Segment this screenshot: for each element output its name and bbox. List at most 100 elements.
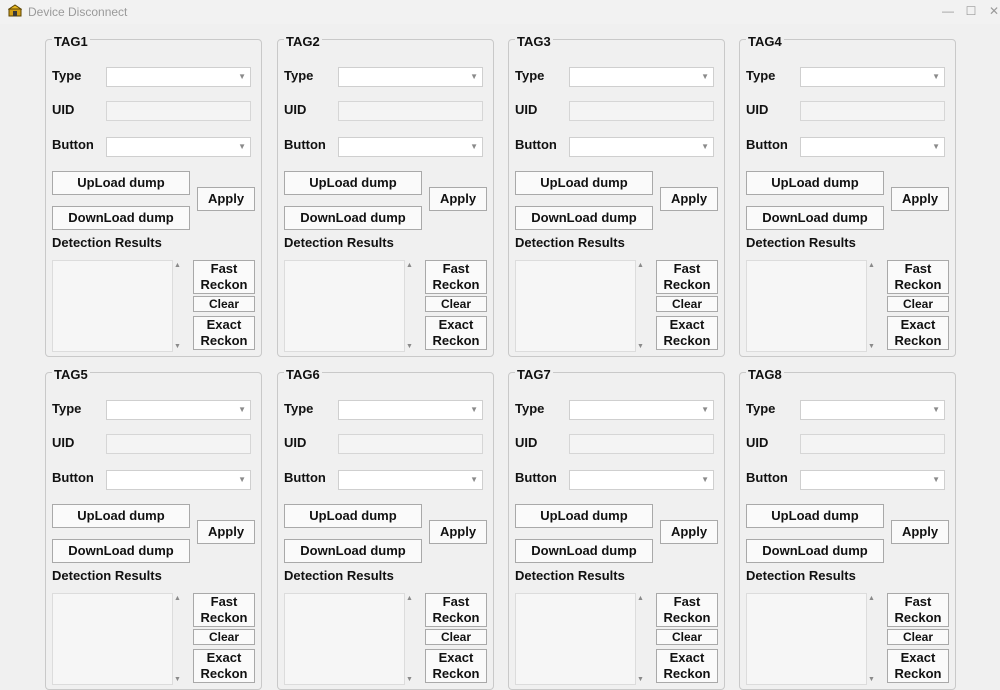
scrollbar[interactable]: ▲ ▼ bbox=[405, 260, 415, 352]
scroll-up-icon[interactable]: ▲ bbox=[637, 595, 644, 602]
type-combobox[interactable]: ▼ bbox=[800, 67, 945, 87]
apply-button[interactable]: Apply bbox=[660, 187, 718, 211]
upload-dump-button[interactable]: UpLoad dump bbox=[746, 171, 884, 195]
scrollbar[interactable]: ▲ ▼ bbox=[173, 593, 183, 685]
exact-reckon-button[interactable]: Exact Reckon bbox=[193, 316, 255, 350]
apply-button[interactable]: Apply bbox=[197, 520, 255, 544]
clear-button[interactable]: Clear bbox=[887, 296, 949, 312]
upload-dump-button[interactable]: UpLoad dump bbox=[284, 504, 422, 528]
upload-dump-button[interactable]: UpLoad dump bbox=[515, 171, 653, 195]
type-combobox[interactable]: ▼ bbox=[338, 67, 483, 87]
scroll-down-icon[interactable]: ▼ bbox=[868, 343, 875, 350]
upload-dump-button[interactable]: UpLoad dump bbox=[515, 504, 653, 528]
scroll-up-icon[interactable]: ▲ bbox=[406, 595, 413, 602]
detection-results-list[interactable] bbox=[284, 260, 405, 352]
detection-results-list[interactable] bbox=[284, 593, 405, 685]
scrollbar[interactable]: ▲ ▼ bbox=[636, 593, 646, 685]
scroll-up-icon[interactable]: ▲ bbox=[406, 262, 413, 269]
clear-button[interactable]: Clear bbox=[656, 296, 718, 312]
uid-field[interactable] bbox=[106, 101, 251, 121]
scrollbar[interactable]: ▲ ▼ bbox=[867, 593, 877, 685]
scrollbar[interactable]: ▲ ▼ bbox=[173, 260, 183, 352]
exact-reckon-button[interactable]: Exact Reckon bbox=[425, 316, 487, 350]
scroll-up-icon[interactable]: ▲ bbox=[637, 262, 644, 269]
fast-reckon-button[interactable]: Fast Reckon bbox=[425, 260, 487, 294]
detection-results-list[interactable] bbox=[515, 593, 636, 685]
button-combobox[interactable]: ▼ bbox=[800, 470, 945, 490]
apply-button[interactable]: Apply bbox=[891, 187, 949, 211]
scroll-down-icon[interactable]: ▼ bbox=[637, 343, 644, 350]
clear-button[interactable]: Clear bbox=[887, 629, 949, 645]
button-combobox[interactable]: ▼ bbox=[338, 137, 483, 157]
apply-button[interactable]: Apply bbox=[660, 520, 718, 544]
scrollbar[interactable]: ▲ ▼ bbox=[867, 260, 877, 352]
uid-field[interactable] bbox=[106, 434, 251, 454]
upload-dump-button[interactable]: UpLoad dump bbox=[52, 504, 190, 528]
button-combobox[interactable]: ▼ bbox=[569, 470, 714, 490]
clear-button[interactable]: Clear bbox=[425, 296, 487, 312]
type-combobox[interactable]: ▼ bbox=[569, 67, 714, 87]
detection-results-list[interactable] bbox=[52, 260, 173, 352]
upload-dump-button[interactable]: UpLoad dump bbox=[746, 504, 884, 528]
uid-field[interactable] bbox=[800, 101, 945, 121]
maximize-button[interactable]: ☐ bbox=[963, 4, 979, 18]
exact-reckon-button[interactable]: Exact Reckon bbox=[193, 649, 255, 683]
fast-reckon-button[interactable]: Fast Reckon bbox=[887, 260, 949, 294]
scrollbar[interactable]: ▲ ▼ bbox=[636, 260, 646, 352]
uid-field[interactable] bbox=[569, 434, 714, 454]
scroll-up-icon[interactable]: ▲ bbox=[868, 262, 875, 269]
type-combobox[interactable]: ▼ bbox=[338, 400, 483, 420]
type-combobox[interactable]: ▼ bbox=[800, 400, 945, 420]
minimize-button[interactable]: — bbox=[940, 4, 956, 18]
scroll-up-icon[interactable]: ▲ bbox=[174, 595, 181, 602]
scrollbar[interactable]: ▲ ▼ bbox=[405, 593, 415, 685]
scroll-down-icon[interactable]: ▼ bbox=[174, 676, 181, 683]
apply-button[interactable]: Apply bbox=[197, 187, 255, 211]
download-dump-button[interactable]: DownLoad dump bbox=[284, 539, 422, 563]
detection-results-list[interactable] bbox=[52, 593, 173, 685]
scroll-up-icon[interactable]: ▲ bbox=[174, 262, 181, 269]
clear-button[interactable]: Clear bbox=[425, 629, 487, 645]
uid-field[interactable] bbox=[338, 101, 483, 121]
download-dump-button[interactable]: DownLoad dump bbox=[746, 539, 884, 563]
apply-button[interactable]: Apply bbox=[891, 520, 949, 544]
button-combobox[interactable]: ▼ bbox=[106, 470, 251, 490]
uid-field[interactable] bbox=[800, 434, 945, 454]
download-dump-button[interactable]: DownLoad dump bbox=[515, 206, 653, 230]
fast-reckon-button[interactable]: Fast Reckon bbox=[193, 260, 255, 294]
download-dump-button[interactable]: DownLoad dump bbox=[284, 206, 422, 230]
clear-button[interactable]: Clear bbox=[193, 629, 255, 645]
apply-button[interactable]: Apply bbox=[429, 187, 487, 211]
scroll-down-icon[interactable]: ▼ bbox=[868, 676, 875, 683]
scroll-down-icon[interactable]: ▼ bbox=[637, 676, 644, 683]
download-dump-button[interactable]: DownLoad dump bbox=[515, 539, 653, 563]
detection-results-list[interactable] bbox=[515, 260, 636, 352]
upload-dump-button[interactable]: UpLoad dump bbox=[52, 171, 190, 195]
type-combobox[interactable]: ▼ bbox=[106, 67, 251, 87]
upload-dump-button[interactable]: UpLoad dump bbox=[284, 171, 422, 195]
clear-button[interactable]: Clear bbox=[193, 296, 255, 312]
scroll-up-icon[interactable]: ▲ bbox=[868, 595, 875, 602]
download-dump-button[interactable]: DownLoad dump bbox=[52, 539, 190, 563]
exact-reckon-button[interactable]: Exact Reckon bbox=[656, 316, 718, 350]
apply-button[interactable]: Apply bbox=[429, 520, 487, 544]
type-combobox[interactable]: ▼ bbox=[106, 400, 251, 420]
close-button[interactable]: ✕ bbox=[986, 4, 1000, 18]
fast-reckon-button[interactable]: Fast Reckon bbox=[656, 260, 718, 294]
exact-reckon-button[interactable]: Exact Reckon bbox=[887, 649, 949, 683]
scroll-down-icon[interactable]: ▼ bbox=[406, 676, 413, 683]
download-dump-button[interactable]: DownLoad dump bbox=[52, 206, 190, 230]
exact-reckon-button[interactable]: Exact Reckon bbox=[887, 316, 949, 350]
button-combobox[interactable]: ▼ bbox=[106, 137, 251, 157]
uid-field[interactable] bbox=[338, 434, 483, 454]
detection-results-list[interactable] bbox=[746, 593, 867, 685]
uid-field[interactable] bbox=[569, 101, 714, 121]
button-combobox[interactable]: ▼ bbox=[569, 137, 714, 157]
exact-reckon-button[interactable]: Exact Reckon bbox=[425, 649, 487, 683]
type-combobox[interactable]: ▼ bbox=[569, 400, 714, 420]
detection-results-list[interactable] bbox=[746, 260, 867, 352]
download-dump-button[interactable]: DownLoad dump bbox=[746, 206, 884, 230]
clear-button[interactable]: Clear bbox=[656, 629, 718, 645]
exact-reckon-button[interactable]: Exact Reckon bbox=[656, 649, 718, 683]
scroll-down-icon[interactable]: ▼ bbox=[174, 343, 181, 350]
